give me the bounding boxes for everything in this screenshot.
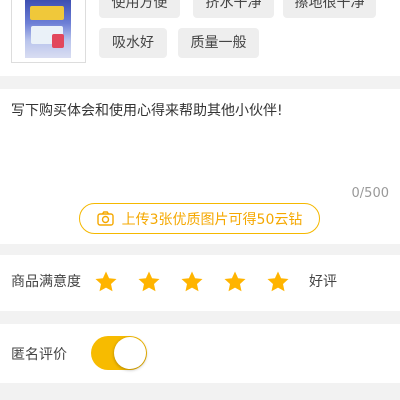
review-textarea[interactable]: 写下购买体会和使用心得来帮助其他小伙伴! bbox=[11, 100, 283, 120]
star-icon[interactable] bbox=[180, 270, 204, 294]
star-icon[interactable] bbox=[266, 270, 290, 294]
upload-photos-button[interactable]: 上传3张优质图片可得50云钻 bbox=[79, 203, 320, 234]
star-icon[interactable] bbox=[223, 270, 247, 294]
tag-easy-to-use[interactable]: 使用方便 bbox=[99, 0, 180, 18]
upload-label: 上传3张优质图片可得50云钻 bbox=[121, 211, 303, 228]
rating-section: 商品满意度 好评 bbox=[0, 255, 400, 311]
rating-label: 商品满意度 bbox=[11, 274, 81, 290]
camera-icon bbox=[96, 211, 114, 226]
review-section: 写下购买体会和使用心得来帮助其他小伙伴! 0/500 上传3张优质图片可得50云… bbox=[0, 89, 400, 244]
star-icon[interactable] bbox=[137, 270, 161, 294]
tag-absorbent[interactable]: 吸水好 bbox=[99, 28, 167, 58]
rating-text: 好评 bbox=[309, 274, 337, 290]
package-label bbox=[30, 6, 64, 20]
toggle-knob bbox=[114, 337, 146, 369]
tag-wrings-clean[interactable]: 挤水干净 bbox=[193, 0, 274, 18]
anonymous-section: 匿名评价 bbox=[0, 324, 400, 383]
char-counter: 0/500 bbox=[351, 186, 389, 201]
star-icon[interactable] bbox=[94, 270, 118, 294]
product-card: 使用方便 挤水干净 擦地很干净 吸水好 质量一般 bbox=[0, 0, 400, 76]
tag-average-quality[interactable]: 质量一般 bbox=[178, 28, 259, 58]
product-image bbox=[11, 0, 86, 63]
package-badge bbox=[52, 34, 64, 48]
tag-mops-clean[interactable]: 擦地很干净 bbox=[283, 0, 376, 18]
anonymous-label: 匿名评价 bbox=[11, 347, 67, 363]
anonymous-toggle[interactable] bbox=[91, 336, 147, 370]
